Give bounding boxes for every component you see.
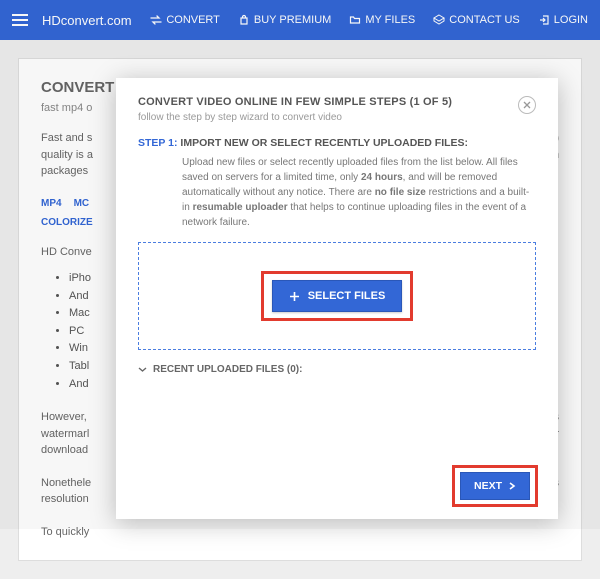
plus-icon (289, 291, 300, 302)
recent-files-toggle[interactable]: RECENT UPLOADED FILES (0): (138, 364, 536, 375)
modal-subtitle: follow the step by step wizard to conver… (138, 112, 452, 123)
step-heading: STEP 1: IMPORT NEW OR SELECT RECENTLY UP… (138, 137, 536, 149)
next-highlight: NEXT (452, 465, 538, 507)
select-files-button[interactable]: SELECT FILES (272, 280, 403, 312)
chevron-right-icon (508, 482, 516, 490)
chevron-down-icon (138, 365, 147, 374)
close-icon[interactable] (518, 96, 536, 114)
modal-footer: NEXT (452, 465, 538, 507)
select-highlight: SELECT FILES (261, 271, 414, 321)
next-button[interactable]: NEXT (460, 472, 530, 500)
dropzone[interactable]: SELECT FILES (138, 242, 536, 350)
select-files-label: SELECT FILES (308, 290, 386, 302)
recent-files-label: RECENT UPLOADED FILES (0): (153, 364, 302, 375)
step-title: IMPORT NEW OR SELECT RECENTLY UPLOADED F… (180, 137, 468, 149)
step-section: STEP 1: IMPORT NEW OR SELECT RECENTLY UP… (138, 137, 536, 230)
next-label: NEXT (474, 480, 502, 492)
step-description: Upload new files or select recently uplo… (138, 155, 536, 230)
step-number: STEP 1: (138, 137, 178, 149)
wizard-modal: CONVERT VIDEO ONLINE IN FEW SIMPLE STEPS… (116, 78, 558, 519)
modal-title: CONVERT VIDEO ONLINE IN FEW SIMPLE STEPS… (138, 96, 452, 108)
